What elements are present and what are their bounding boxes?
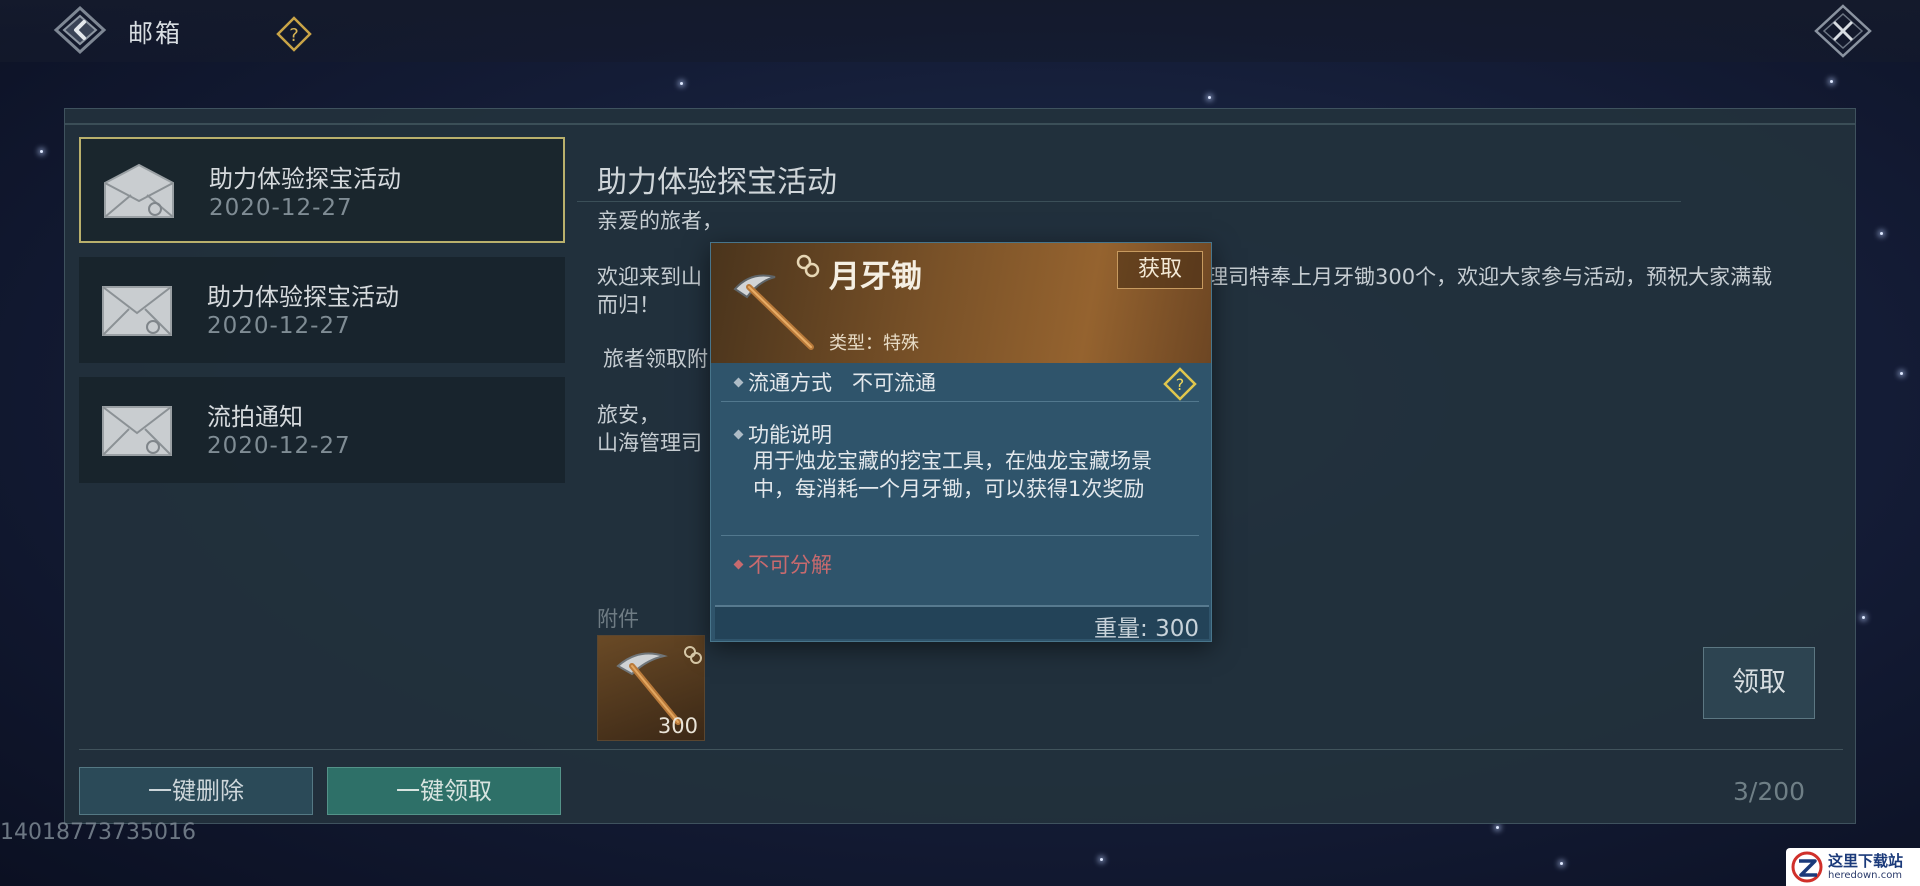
mail-list-item[interactable]: 流拍通知 2020-12-27 (79, 377, 565, 483)
mail-date: 2020-12-27 (207, 313, 351, 339)
envelope-icon (102, 286, 172, 336)
tooltip-help-button[interactable]: ? (1163, 367, 1197, 401)
bullet-diamond-icon (733, 559, 744, 570)
tooltip-divider (721, 535, 1199, 536)
watermark-url: heredown.com (1828, 870, 1903, 881)
svg-text:?: ? (289, 25, 299, 46)
item-tooltip: 月牙锄 获取 类型：特殊 流通方式 不可流通 ? 功能说明 用于烛龙宝藏的挖宝工… (710, 242, 1212, 642)
footer-divider (79, 749, 1843, 750)
help-button[interactable]: ? (276, 16, 312, 52)
envelope-icon (102, 406, 172, 456)
decompose-row: 不可分解 (733, 549, 832, 579)
mail-list-item[interactable]: 助力体验探宝活动 2020-12-27 (79, 257, 565, 363)
mail-list-item[interactable]: 助力体验探宝活动 2020-12-27 (79, 137, 565, 243)
attachment-item[interactable]: 300 (597, 635, 705, 741)
watermark-title: 这里下载站 (1828, 852, 1904, 870)
svg-text:?: ? (1176, 375, 1185, 394)
mail-date: 2020-12-27 (209, 195, 353, 221)
mail-title: 流拍通知 (207, 403, 303, 431)
mail-body-line2: 而归！ (597, 293, 660, 317)
function-label: 功能说明 (748, 423, 832, 447)
function-row: 功能说明 (733, 419, 832, 449)
mail-body-line1-left: 欢迎来到山 (597, 265, 702, 289)
close-button[interactable] (1812, 4, 1874, 58)
tooltip-header: 月牙锄 获取 类型：特殊 (711, 243, 1211, 363)
envelope-icon (104, 163, 174, 218)
site-logo-icon (1791, 851, 1823, 883)
tooltip-divider (721, 401, 1199, 402)
get-button[interactable]: 获取 (1117, 251, 1203, 289)
decompose-status: 不可分解 (748, 553, 832, 577)
mail-content-title: 助力体验探宝活动 (597, 165, 837, 200)
claim-all-button[interactable]: 一键领取 (327, 767, 561, 815)
content-divider (577, 201, 1681, 202)
claim-button[interactable]: 领取 (1703, 647, 1815, 719)
close-icon (1814, 4, 1872, 58)
circulation-label: 流通方式 (748, 371, 832, 395)
back-button[interactable] (52, 4, 108, 56)
item-type: 类型：特殊 (829, 333, 919, 354)
bullet-diamond-icon (733, 429, 744, 440)
circulation-value: 不可流通 (852, 371, 937, 395)
watermark: 这里下载站 heredown.com (1786, 848, 1920, 886)
function-description: 用于烛龙宝藏的挖宝工具，在烛龙宝藏场景中，每消耗一个月牙锄，可以获得1次奖励 (753, 449, 1152, 501)
circulation-row: 流通方式 不可流通 (733, 367, 937, 397)
weight-bar: 重量: 300 (715, 605, 1209, 642)
mail-signature: 山海管理司 (597, 431, 702, 455)
back-arrow-icon (53, 5, 107, 55)
question-icon: ? (1163, 367, 1197, 401)
bullet-diamond-icon (733, 377, 744, 388)
mail-count: 3/200 (1733, 777, 1806, 806)
question-icon: ? (276, 16, 312, 52)
mail-date: 2020-12-27 (207, 433, 351, 459)
panel-divider (65, 123, 1855, 125)
top-bar: 邮箱 ? (0, 0, 1920, 62)
attachment-label: 附件 (597, 607, 639, 631)
mail-body-line1-right: 理司特奉上月牙锄300个，欢迎大家参与活动，预祝大家满载 (1207, 265, 1773, 289)
attachment-count: 300 (657, 714, 698, 738)
mail-closing: 旅安， (597, 403, 660, 427)
mail-title: 助力体验探宝活动 (207, 283, 399, 311)
bound-chain-icon (796, 254, 820, 278)
mail-greeting: 亲爱的旅者， (597, 209, 723, 233)
delete-all-button[interactable]: 一键删除 (79, 767, 313, 815)
mail-title: 助力体验探宝活动 (209, 165, 401, 193)
item-weight: 重量: 300 (1094, 616, 1199, 642)
item-name: 月牙锄 (829, 259, 922, 295)
mail-body-line3: 旅者领取附 (603, 347, 708, 371)
page-title: 邮箱 (128, 19, 183, 48)
user-id: 14018773735016 (0, 820, 196, 845)
